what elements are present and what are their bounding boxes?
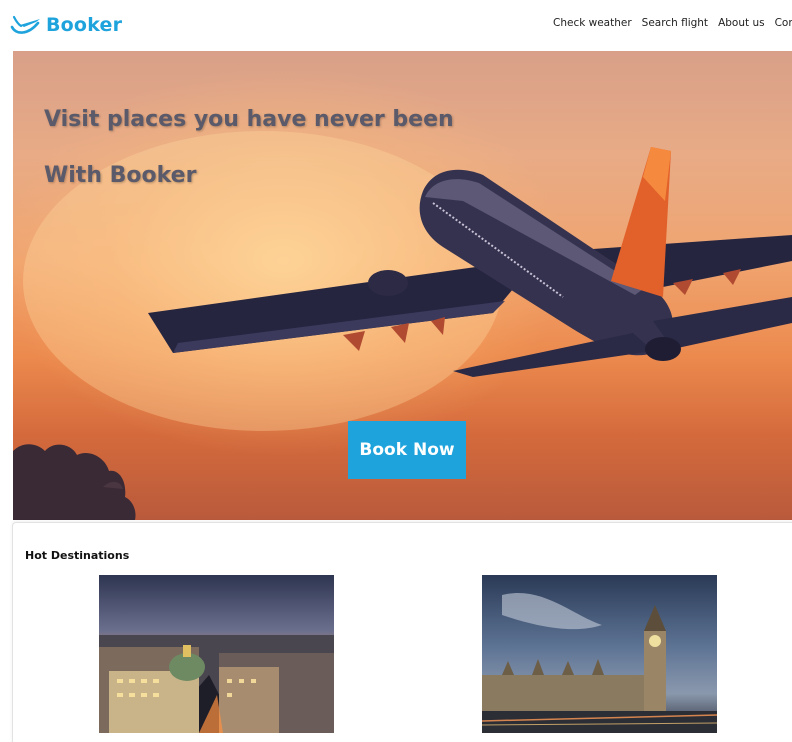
- nav-contact-us[interactable]: Contact us: [775, 17, 792, 29]
- hero-title: Visit places you have never been: [44, 107, 454, 132]
- page: Booker Check weather Search flight About…: [0, 0, 792, 742]
- hero-banner: Visit places you have never been With Bo…: [13, 51, 792, 520]
- brand-name: Booker: [46, 14, 123, 36]
- brand-logo[interactable]: Booker: [10, 11, 122, 39]
- section-title: Hot Destinations: [25, 549, 130, 562]
- destination-card-london[interactable]: [482, 575, 717, 733]
- main-nav: Check weather Search flight About us Con…: [553, 17, 792, 29]
- plane-swoosh-icon: [10, 15, 40, 34]
- madrid-city-image: [99, 575, 334, 733]
- top-header: Booker Check weather Search flight About…: [0, 0, 792, 50]
- london-big-ben-image: [482, 575, 717, 733]
- destination-card-madrid[interactable]: [99, 575, 334, 733]
- hero-subtitle: With Booker: [44, 163, 197, 188]
- hot-destinations-section: Hot Destinations: [12, 522, 792, 742]
- nav-about-us[interactable]: About us: [718, 17, 765, 29]
- nav-check-weather[interactable]: Check weather: [553, 17, 632, 29]
- book-now-button[interactable]: Book Now: [348, 421, 466, 479]
- nav-search-flight[interactable]: Search flight: [642, 17, 708, 29]
